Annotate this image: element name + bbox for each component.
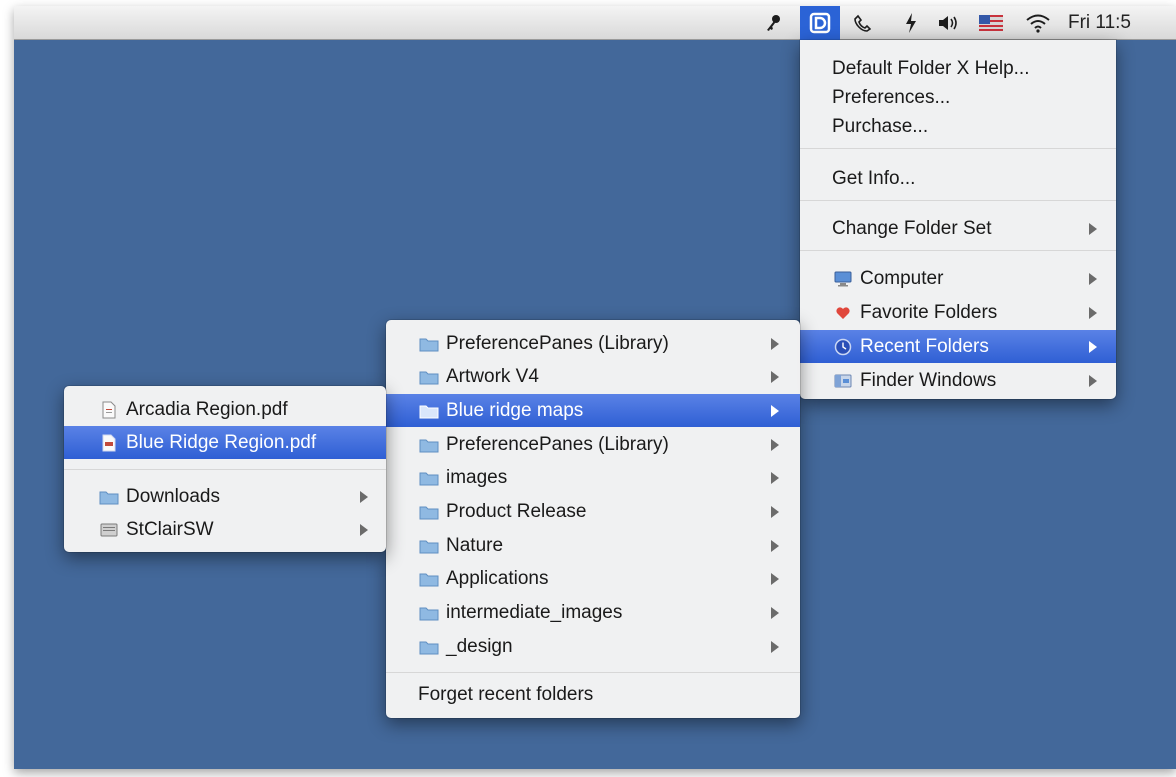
recent-folder-label: Nature (446, 534, 504, 556)
recent-folder-label: _design (446, 635, 513, 657)
recent-folder-label: Product Release (446, 501, 587, 522)
recent-folder-label: Artwork V4 (446, 366, 539, 388)
folder-item[interactable]: StClairSW (64, 513, 386, 546)
folder-icon (98, 488, 120, 506)
file-item[interactable]: Arcadia Region.pdf (64, 393, 386, 426)
submenu-arrow-icon (1089, 272, 1097, 285)
heart-icon (832, 304, 854, 322)
file-label: Arcadia Region.pdf (126, 398, 288, 420)
computer-icon (832, 270, 854, 288)
submenu-arrow-icon (771, 472, 779, 485)
submenu-arrow-icon (360, 523, 368, 536)
computer-menu-item[interactable]: Computer (800, 262, 1116, 295)
submenu-arrow-icon (771, 640, 779, 653)
computer-label: Computer (860, 267, 944, 289)
flash-icon[interactable] (896, 6, 926, 40)
folder-icon (418, 537, 440, 555)
folder-icon (418, 638, 440, 656)
submenu-arrow-icon (771, 506, 779, 518)
folder-icon (418, 368, 440, 386)
change-folder-set-menu-item[interactable]: Change Folder Set (800, 212, 1116, 245)
menu-separator (64, 469, 386, 470)
favorite-folders-menu-item[interactable]: Favorite Folders (800, 296, 1116, 329)
submenu-arrow-icon (771, 539, 779, 552)
recent-folder-label: Applications (446, 568, 549, 590)
folder-label: Downloads (126, 485, 220, 507)
recent-folder-label: images (446, 467, 508, 489)
preferences-label: Preferences... (832, 86, 951, 108)
submenu-arrow-icon (1089, 222, 1097, 235)
clock-icon (832, 338, 854, 356)
folder-item[interactable]: Downloads (64, 480, 386, 513)
get-info-menu-item[interactable]: Get Info... (800, 162, 1116, 195)
folder-icon (418, 570, 440, 588)
pdf-file-icon (98, 434, 120, 452)
finder-window-icon (832, 372, 854, 390)
finder-windows-menu-item[interactable]: Finder Windows (800, 364, 1116, 397)
submenu-arrow-icon (771, 337, 779, 350)
recent-folder-label: PreferencePanes (Library) (446, 332, 669, 354)
favorite-folders-label: Favorite Folders (860, 301, 998, 323)
wifi-icon[interactable] (1020, 6, 1056, 40)
finder-windows-label: Finder Windows (860, 369, 997, 391)
recent-folders-menu: PreferencePanes (Library) Artwork V4 Blue … (386, 320, 800, 718)
get-info-label: Get Info... (832, 167, 916, 189)
submenu-arrow-icon (771, 438, 779, 451)
recent-folder-item[interactable]: PreferencePanes (Library) (386, 327, 800, 360)
recent-folder-item[interactable]: Product Release (386, 496, 800, 529)
volume-icon[interactable] (932, 6, 966, 40)
folder-label: StClairSW (126, 518, 214, 540)
file-label: Blue Ridge Region.pdf (126, 431, 317, 453)
menu-bar: Fri 11:5 (14, 6, 1176, 40)
submenu-arrow-icon (1089, 306, 1097, 319)
folder-icon (418, 436, 440, 454)
recent-folder-item[interactable]: _design (386, 630, 800, 663)
folder-icon (418, 604, 440, 622)
recent-folder-item[interactable]: Nature (386, 529, 800, 562)
folder-icon (418, 335, 440, 353)
folder-icon (418, 402, 440, 420)
submenu-arrow-icon (771, 404, 779, 417)
recent-folder-label: Blue ridge maps (446, 399, 584, 421)
recent-folder-item[interactable]: Applications (386, 563, 800, 596)
pdf-file-icon (98, 401, 120, 419)
flag-icon[interactable] (972, 6, 1010, 40)
file-item-selected[interactable]: Blue Ridge Region.pdf (64, 426, 386, 459)
submenu-arrow-icon (771, 573, 779, 586)
folder-icon (418, 503, 440, 521)
purchase-label: Purchase... (832, 115, 929, 137)
submenu-arrow-icon (1089, 374, 1097, 387)
recent-folder-label: PreferencePanes (Library) (446, 433, 669, 455)
change-folder-set-label: Change Folder Set (832, 217, 992, 239)
recent-folder-item[interactable]: PreferencePanes (Library) (386, 428, 800, 461)
forget-recent-folders-menu-item[interactable]: Forget recent folders (386, 678, 800, 711)
purchase-menu-item[interactable]: Purchase... (800, 110, 1116, 143)
recent-folder-item[interactable]: images (386, 462, 800, 495)
phone-icon[interactable] (846, 6, 878, 40)
recent-folders-menu-item[interactable]: Recent Folders (800, 330, 1116, 363)
submenu-arrow-icon (360, 490, 368, 503)
key-icon[interactable] (756, 6, 790, 40)
desktop: Fri 11:5 Default Folder X Help... Prefer… (14, 6, 1176, 769)
forget-recent-folders-label: Forget recent folders (418, 683, 594, 705)
submenu-arrow-icon (771, 371, 779, 384)
recent-folder-item[interactable]: intermediate_images (386, 597, 800, 630)
folder-icon (418, 469, 440, 487)
menu-separator (800, 200, 1116, 201)
menu-separator (386, 672, 800, 673)
menu-separator (800, 148, 1116, 149)
folder-contents-menu: Arcadia Region.pdf Blue Ridge Region.pdf… (64, 386, 386, 552)
menu-separator (800, 250, 1116, 251)
clock[interactable]: Fri 11:5 (1068, 6, 1176, 40)
default-folder-x-menu: Default Folder X Help... Preferences... … (800, 40, 1116, 399)
recent-folder-item-selected[interactable]: Blue ridge maps (386, 394, 800, 428)
submenu-arrow-icon (771, 607, 779, 620)
default-folder-x-icon[interactable] (800, 6, 840, 40)
recent-folder-label: intermediate_images (446, 602, 623, 624)
recent-folder-item[interactable]: Artwork V4 (386, 361, 800, 394)
recent-folders-label: Recent Folders (860, 335, 989, 357)
submenu-arrow-icon (1089, 340, 1097, 353)
help-label: Default Folder X Help... (832, 57, 1030, 79)
drive-icon (98, 521, 120, 539)
